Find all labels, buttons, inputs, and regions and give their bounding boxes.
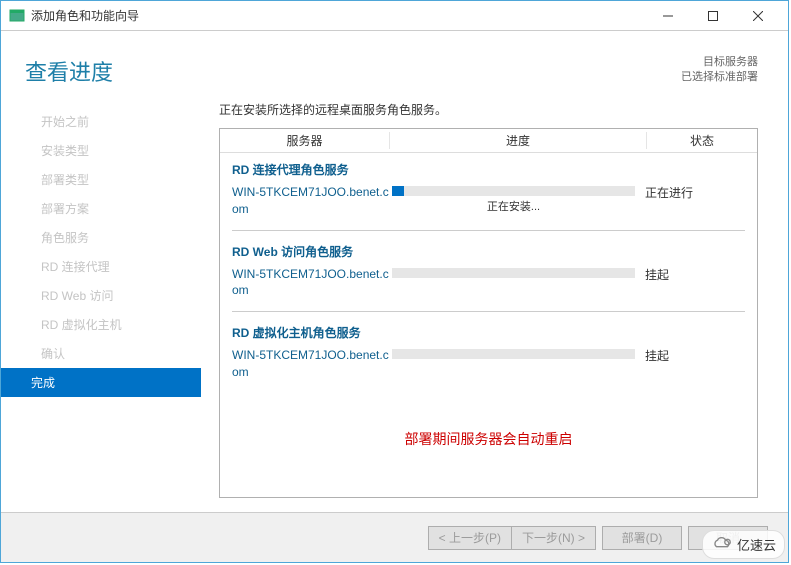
watermark: 亿速云 (702, 530, 785, 559)
divider (232, 311, 745, 312)
progress-bar (392, 268, 635, 278)
next-button[interactable]: 下一步(N) > (511, 526, 596, 550)
minimize-button[interactable] (645, 2, 690, 30)
progress-cell: 正在安装... (392, 184, 645, 214)
deploy-button[interactable]: 部署(D) (602, 526, 682, 550)
dest-value: 已选择标准部署 (681, 70, 758, 85)
role-group: RD 连接代理角色服务 WIN-5TKCEM71JOO.benet.com正在安装… (220, 153, 757, 226)
sidebar-step: 部署方案 (1, 194, 201, 223)
watermark-text: 亿速云 (737, 535, 776, 554)
wizard-body: 开始之前安装类型部署类型部署方案角色服务RD 连接代理RD Web 访问RD 虚… (1, 93, 788, 513)
dest-label: 目标服务器 (681, 55, 758, 70)
sidebar: 开始之前安装类型部署类型部署方案角色服务RD 连接代理RD Web 访问RD 虚… (1, 101, 201, 513)
maximize-button[interactable] (690, 2, 735, 30)
sidebar-step: RD 虚拟化主机 (1, 310, 201, 339)
page-header: 查看进度 目标服务器 已选择标准部署 (1, 31, 788, 93)
sidebar-step: RD Web 访问 (1, 281, 201, 310)
previous-button[interactable]: < 上一步(P) (428, 526, 511, 550)
progress-text: 正在安装... (392, 198, 635, 214)
server-name: WIN-5TKCEM71JOO.benet.com (232, 347, 392, 381)
progress-bar (392, 186, 635, 196)
nav-button-group: < 上一步(P) 下一步(N) > (428, 526, 596, 550)
divider (232, 230, 745, 231)
destination-info: 目标服务器 已选择标准部署 (681, 55, 758, 86)
sidebar-step: 安装类型 (1, 136, 201, 165)
close-button[interactable] (735, 2, 780, 30)
sidebar-step: 开始之前 (1, 107, 201, 136)
sidebar-step: 完成 (1, 368, 201, 397)
window-title: 添加角色和功能向导 (31, 7, 645, 24)
sidebar-step: 部署类型 (1, 165, 201, 194)
server-row: WIN-5TKCEM71JOO.benet.com 挂起 (232, 347, 745, 381)
group-title: RD Web 访问角色服务 (232, 243, 745, 260)
cloud-icon (711, 536, 733, 553)
install-status-text: 正在安装所选择的远程桌面服务角色服务。 (219, 101, 758, 118)
status-text: 挂起 (645, 347, 745, 364)
role-group: RD 虚拟化主机角色服务 WIN-5TKCEM71JOO.benet.com 挂起 (220, 316, 757, 389)
progress-panel: 服务器 进度 状态 RD 连接代理角色服务 WIN-5TKCEM71JOO.ben… (219, 128, 758, 498)
group-title: RD 连接代理角色服务 (232, 161, 745, 178)
window-controls (645, 2, 780, 30)
sidebar-step: RD 连接代理 (1, 252, 201, 281)
progress-bar (392, 349, 635, 359)
server-row: WIN-5TKCEM71JOO.benet.com 挂起 (232, 266, 745, 300)
col-status: 状态 (647, 132, 757, 149)
server-row: WIN-5TKCEM71JOO.benet.com正在安装... 正在进行 (232, 184, 745, 218)
table-header: 服务器 进度 状态 (220, 129, 757, 153)
content-area: 正在安装所选择的远程桌面服务角色服务。 服务器 进度 状态 RD 连接代理角色服… (201, 101, 788, 513)
page-title: 查看进度 (25, 55, 113, 87)
col-progress: 进度 (390, 132, 647, 149)
footer: < 上一步(P) 下一步(N) > 部署(D) 取消 (1, 512, 788, 562)
restart-warning: 部署期间服务器会自动重启 (220, 429, 757, 449)
sidebar-step: 角色服务 (1, 223, 201, 252)
app-icon (9, 8, 25, 24)
role-group: RD Web 访问角色服务 WIN-5TKCEM71JOO.benet.com 挂起 (220, 235, 757, 308)
group-title: RD 虚拟化主机角色服务 (232, 324, 745, 341)
progress-cell (392, 347, 645, 359)
col-server: 服务器 (220, 132, 390, 149)
status-text: 正在进行 (645, 184, 745, 201)
titlebar: 添加角色和功能向导 (1, 1, 788, 31)
server-name: WIN-5TKCEM71JOO.benet.com (232, 184, 392, 218)
wizard-window: 添加角色和功能向导 查看进度 目标服务器 已选择标准部署 开始之前安装类型部署类… (0, 0, 789, 563)
status-text: 挂起 (645, 266, 745, 283)
progress-cell (392, 266, 645, 278)
server-name: WIN-5TKCEM71JOO.benet.com (232, 266, 392, 300)
sidebar-step: 确认 (1, 339, 201, 368)
